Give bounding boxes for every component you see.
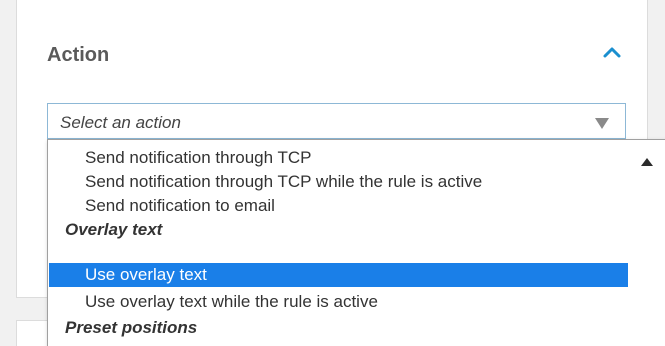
option-send-notification-email[interactable]: Send notification to email [49,194,628,218]
option-use-overlay-text[interactable]: Use overlay text [49,263,628,287]
option-use-overlay-text-active[interactable]: Use overlay text while the rule is activ… [49,290,628,314]
group-overlay-text: Overlay text [65,220,163,239]
option-send-notification-tcp[interactable]: Send notification through TCP [49,146,628,170]
triangle-up-icon[interactable] [641,153,653,166]
action-dropdown-list[interactable]: Send notification through TCP Send notif… [47,139,665,346]
select-placeholder: Select an action [60,113,181,132]
dropdown-scrollbar[interactable] [629,140,665,346]
page: Action Select an action Send notificatio… [0,0,665,346]
triangle-down-icon [595,116,609,129]
section-title: Action [47,44,110,66]
group-preset-positions: Preset positions [65,318,198,337]
chevron-up-icon[interactable] [602,44,622,60]
option-send-notification-tcp-active[interactable]: Send notification through TCP while the … [49,170,628,194]
action-select[interactable]: Select an action [47,103,626,139]
